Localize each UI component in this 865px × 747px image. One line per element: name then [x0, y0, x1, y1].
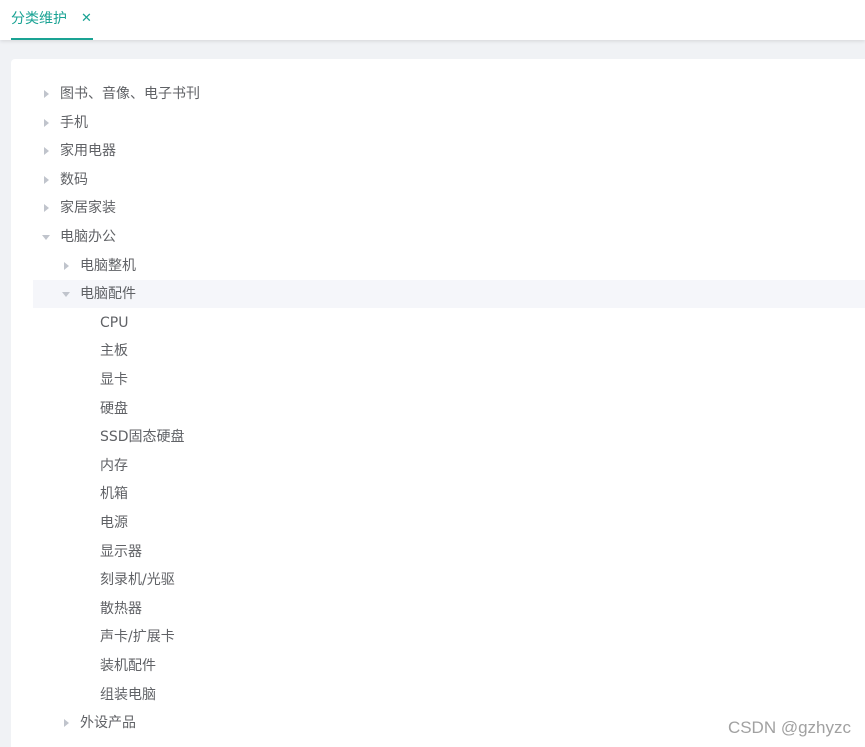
tree-node-label: 机箱: [100, 486, 128, 502]
tree-node-label: 内存: [100, 458, 128, 474]
caret-right-icon[interactable]: [64, 719, 69, 727]
tree-node[interactable]: 手机: [33, 109, 865, 137]
caret-right-icon[interactable]: [44, 90, 49, 98]
tree-node[interactable]: SSD固态硬盘: [33, 423, 865, 451]
tree-node[interactable]: 电源: [33, 509, 865, 537]
caret-right-icon[interactable]: [44, 119, 49, 127]
tree-node[interactable]: CPU: [33, 309, 865, 337]
tree-node-label: 显示器: [100, 544, 142, 560]
tree-node-label: 主板: [100, 343, 128, 359]
tree-node-label: 图书、音像、电子书刊: [60, 86, 200, 102]
tree-node[interactable]: 家居家装: [33, 194, 865, 222]
tree-node-label: 散热器: [100, 601, 142, 617]
category-tree-panel: 图书、音像、电子书刊 手机家用电器数码家居家装电脑办公电脑整机电脑配件 CPU 主板显…: [11, 59, 865, 747]
tree-node[interactable]: 电脑配件: [33, 280, 865, 308]
tree-node[interactable]: 装机配件: [33, 652, 865, 680]
tree-node[interactable]: 图书、音像、电子书刊: [33, 80, 865, 108]
tree-node-label: 显卡: [100, 372, 128, 388]
tree-node[interactable]: 散热器: [33, 595, 865, 623]
tree-node[interactable]: 电脑办公: [33, 223, 865, 251]
tree-node[interactable]: 内存: [33, 452, 865, 480]
tab-bar: 分类维护 ✕: [0, 0, 865, 40]
tree-node-label: 外设产品: [80, 715, 136, 731]
tab-label: 分类维护: [11, 11, 67, 27]
tree-node[interactable]: 显卡: [33, 366, 865, 394]
tree-node-label: 家居家装: [60, 200, 116, 216]
tree-node-label: 刻录机/光驱: [100, 572, 175, 588]
tab-category-maintenance[interactable]: 分类维护 ✕: [11, 0, 93, 40]
tree-node-label: 装机配件: [100, 658, 156, 674]
caret-down-icon[interactable]: [42, 235, 50, 240]
tree-node-label: 声卡/扩展卡: [100, 629, 175, 645]
tree-node-label: 电脑配件: [80, 286, 136, 302]
tree-node[interactable]: 机箱: [33, 480, 865, 508]
caret-down-icon[interactable]: [62, 292, 70, 297]
tree-node-label: CPU: [100, 315, 129, 331]
tree-node-label: 手机: [60, 115, 88, 131]
tree-node-label: 硬盘: [100, 401, 128, 417]
caret-right-icon[interactable]: [44, 147, 49, 155]
caret-right-icon[interactable]: [44, 176, 49, 184]
tree-node-label: 电源: [100, 515, 128, 531]
caret-right-icon[interactable]: [64, 262, 69, 270]
tree-node[interactable]: 刻录机/光驱: [33, 566, 865, 594]
caret-right-icon[interactable]: [44, 204, 49, 212]
watermark: CSDN @gzhyzc: [727, 718, 851, 737]
tree-node-label: SSD固态硬盘: [100, 429, 185, 445]
tree-node[interactable]: 组装电脑: [33, 681, 865, 709]
close-icon[interactable]: ✕: [81, 10, 92, 28]
tree-node[interactable]: 主板: [33, 337, 865, 365]
tree-node-label: 电脑办公: [60, 229, 116, 245]
tree-node[interactable]: 显示器: [33, 538, 865, 566]
tree-node[interactable]: 硬盘: [33, 395, 865, 423]
tree-node[interactable]: 数码: [33, 166, 865, 194]
tree-node[interactable]: 电脑整机: [33, 252, 865, 280]
tree-node-label: 组装电脑: [100, 687, 156, 703]
tree-node-label: 家用电器: [60, 143, 116, 159]
tree-node[interactable]: 声卡/扩展卡: [33, 623, 865, 651]
tree-node-label: 电脑整机: [80, 258, 136, 274]
tree-node-label: 数码: [60, 172, 88, 188]
tree-node[interactable]: 家用电器: [33, 137, 865, 165]
